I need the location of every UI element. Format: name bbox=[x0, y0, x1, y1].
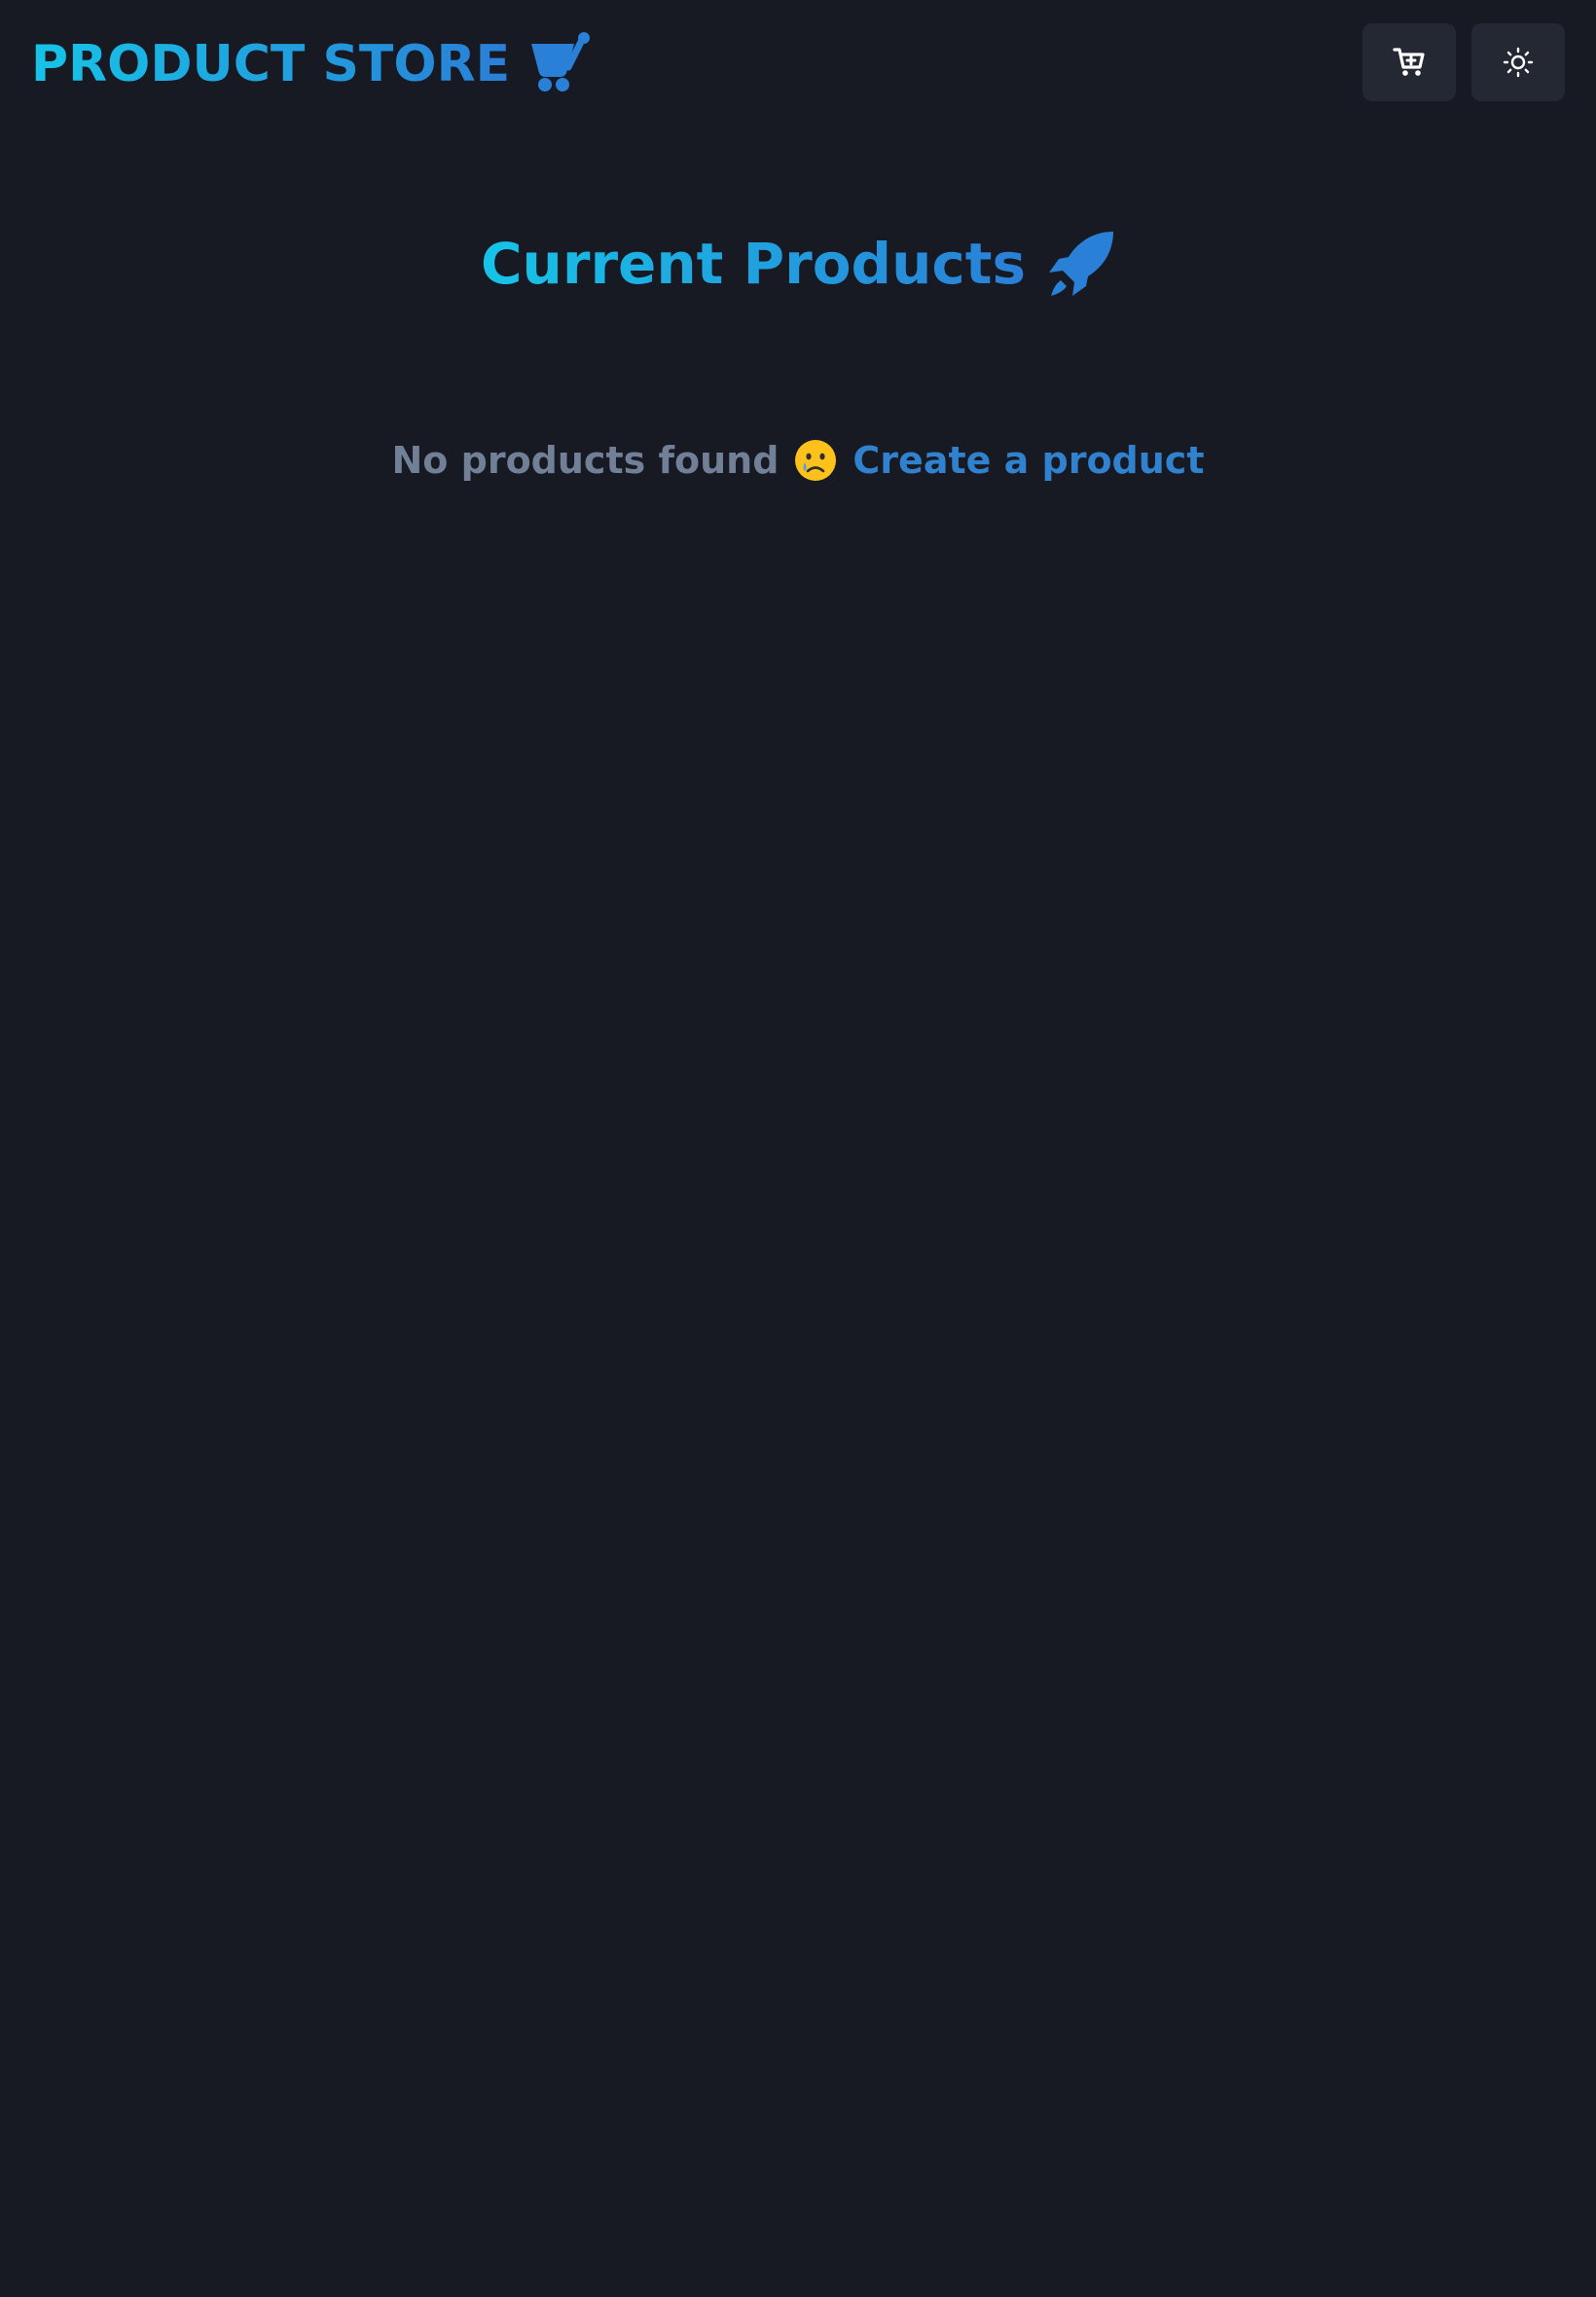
empty-message: No products found bbox=[391, 439, 780, 482]
page-heading: Current Products bbox=[0, 220, 1596, 308]
theme-toggle-button[interactable] bbox=[1471, 23, 1565, 101]
shopping-cart-icon bbox=[529, 32, 594, 96]
create-product-button[interactable] bbox=[1362, 23, 1456, 101]
create-product-link[interactable]: Create a product bbox=[852, 439, 1204, 482]
sad-face-icon bbox=[794, 439, 837, 482]
brand-title: PRODUCT STORE bbox=[31, 29, 510, 99]
cart-plus-icon bbox=[1393, 46, 1426, 79]
empty-state: No products found Create a product bbox=[0, 428, 1596, 492]
navbar: PRODUCT STORE bbox=[0, 0, 1596, 125]
sun-icon bbox=[1503, 47, 1534, 78]
rocket-icon bbox=[1047, 230, 1115, 298]
page-title: Current Products bbox=[481, 220, 1026, 308]
brand-link[interactable]: PRODUCT STORE bbox=[31, 29, 594, 99]
